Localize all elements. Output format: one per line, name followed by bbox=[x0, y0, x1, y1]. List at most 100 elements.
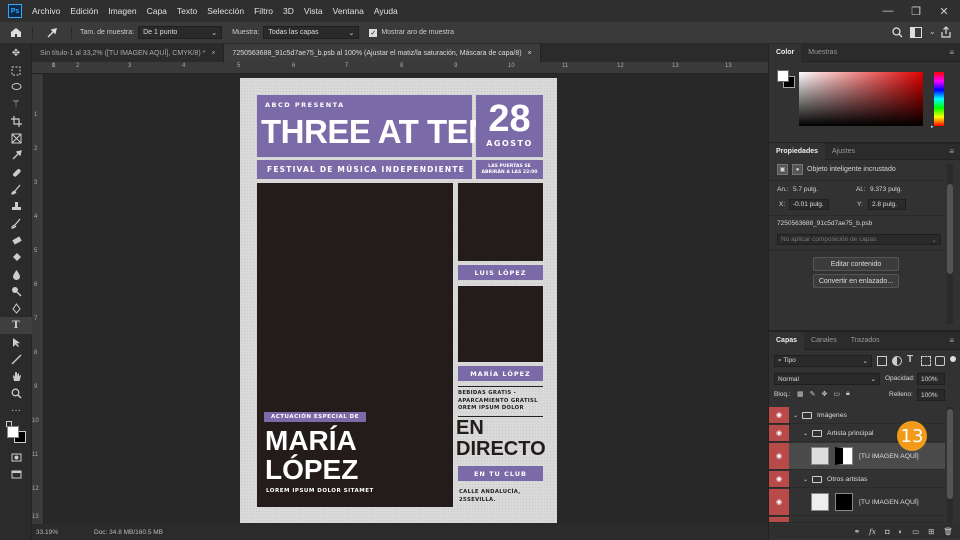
lock-all-icon[interactable]: 🔒︎ bbox=[846, 390, 850, 398]
layer-comp-select[interactable]: No aplicar composición de capas ⌄ bbox=[777, 234, 941, 245]
hue-slider[interactable] bbox=[934, 72, 944, 126]
poster-document[interactable]: ABCD PRESENTA THREE AT TEN 28 AGOSTO FES… bbox=[240, 78, 557, 523]
marquee-tool-icon[interactable] bbox=[0, 62, 32, 79]
blend-mode-select[interactable]: Normal ⌄ bbox=[774, 373, 880, 385]
filter-adjustment-icon[interactable] bbox=[892, 356, 902, 366]
visibility-eye-icon[interactable]: ◉ bbox=[769, 471, 789, 487]
filter-toggle-icon[interactable] bbox=[950, 356, 956, 362]
opacity-field[interactable]: 100% bbox=[917, 373, 945, 385]
close-icon[interactable]: × bbox=[528, 50, 532, 57]
sample-size-select[interactable]: De 1 punto ⌄ bbox=[138, 26, 223, 39]
close-icon[interactable]: × bbox=[211, 50, 215, 57]
fill-field[interactable]: 100% bbox=[917, 389, 945, 401]
layer-partial-row[interactable] bbox=[769, 517, 945, 523]
menu-seleccion[interactable]: Selección bbox=[207, 6, 244, 16]
more-tools-icon[interactable]: ··· bbox=[0, 402, 32, 419]
panel-menu-icon[interactable]: ≡ bbox=[949, 336, 954, 345]
add-mask-icon[interactable]: ◘ bbox=[885, 527, 890, 536]
menu-ayuda[interactable]: Ayuda bbox=[374, 6, 398, 16]
scrollbar-thumb[interactable] bbox=[947, 409, 953, 499]
menu-edicion[interactable]: Edición bbox=[70, 6, 98, 16]
magic-wand-tool-icon[interactable]: ⚚ bbox=[0, 96, 32, 113]
maximize-button[interactable]: ❐ bbox=[902, 0, 930, 22]
height-value[interactable]: 9.373 pulg. bbox=[870, 186, 902, 193]
adjustment-layer-icon[interactable]: ◐ bbox=[899, 527, 904, 536]
color-fg-swatch[interactable] bbox=[777, 70, 789, 82]
history-brush-tool-icon[interactable] bbox=[0, 215, 32, 232]
filter-pixel-icon[interactable] bbox=[877, 356, 887, 366]
visibility-eye-icon[interactable]: ◉ bbox=[769, 407, 789, 423]
visibility-eye-icon[interactable]: ◉ bbox=[769, 425, 789, 441]
type-tool-icon[interactable]: T bbox=[0, 317, 32, 334]
tab-sin-titulo[interactable]: Sin título-1 al 33,2% ([TU IMAGEN AQUÍ],… bbox=[32, 44, 225, 62]
tab-color[interactable]: Color bbox=[769, 43, 802, 62]
menu-archivo[interactable]: Archivo bbox=[32, 6, 60, 16]
lasso-tool-icon[interactable] bbox=[0, 79, 32, 96]
tab-capas[interactable]: Capas bbox=[769, 331, 805, 350]
lock-image-icon[interactable]: ✎ bbox=[810, 390, 816, 398]
sample-select[interactable]: Todas las capas ⌄ bbox=[263, 26, 360, 39]
layer-group-otros-artistas[interactable]: ◉ ⌄ Otros artistas bbox=[769, 471, 945, 488]
new-layer-icon[interactable]: ⊞ bbox=[928, 527, 934, 536]
properties-scrollbar[interactable] bbox=[947, 164, 953, 324]
share-icon[interactable] bbox=[940, 26, 952, 40]
hand-tool-icon[interactable] bbox=[0, 368, 32, 385]
panel-menu-icon[interactable]: ≡ bbox=[949, 48, 954, 57]
y-field[interactable]: 2.8 pulg. bbox=[868, 199, 906, 210]
zoom-tool-icon[interactable] bbox=[0, 385, 32, 402]
menu-3d[interactable]: 3D bbox=[283, 6, 294, 16]
close-window-button[interactable]: ✕ bbox=[930, 0, 958, 22]
edit-contents-button[interactable]: Editar contenido bbox=[813, 257, 899, 271]
move-tool-icon[interactable]: ✥ bbox=[0, 44, 32, 62]
tab-muestras[interactable]: Muestras bbox=[801, 44, 844, 62]
brush-tool-icon[interactable] bbox=[0, 181, 32, 198]
blur-tool-icon[interactable] bbox=[0, 266, 32, 283]
menu-capa[interactable]: Capa bbox=[147, 6, 167, 16]
menu-filtro[interactable]: Filtro bbox=[254, 6, 273, 16]
menu-texto[interactable]: Texto bbox=[177, 6, 197, 16]
new-group-icon[interactable]: ▭ bbox=[912, 527, 919, 536]
filter-type-icon[interactable]: T bbox=[907, 354, 913, 365]
width-value[interactable]: 5.7 pulg. bbox=[793, 186, 818, 193]
search-icon[interactable] bbox=[892, 27, 903, 40]
filter-shape-icon[interactable] bbox=[921, 356, 931, 366]
convert-to-linked-button[interactable]: Convertir en enlazado... bbox=[813, 274, 899, 288]
panel-menu-icon[interactable]: ≡ bbox=[949, 147, 954, 156]
scrollbar-thumb[interactable] bbox=[947, 184, 953, 274]
link-layers-icon[interactable]: ⚭ bbox=[854, 527, 860, 536]
color-field[interactable] bbox=[799, 72, 923, 126]
layer-style-fx-icon[interactable]: fx bbox=[869, 527, 876, 536]
quick-mask-icon[interactable] bbox=[0, 449, 32, 466]
dodge-tool-icon[interactable] bbox=[0, 283, 32, 300]
lock-transparent-icon[interactable]: ▦ bbox=[797, 390, 804, 398]
delete-layer-icon[interactable]: 🗑︎ bbox=[943, 527, 953, 536]
x-field[interactable]: -0.01 pulg. bbox=[789, 199, 829, 210]
layer-filter-select[interactable]: ⌕ Tipo ⌄ bbox=[774, 355, 872, 367]
color-swatches[interactable] bbox=[0, 419, 32, 445]
visibility-eye-icon[interactable]: ◉ bbox=[769, 443, 789, 469]
show-ring-checkbox[interactable]: ✓ bbox=[369, 28, 378, 37]
home-icon[interactable] bbox=[0, 27, 32, 38]
pen-tool-icon[interactable] bbox=[0, 300, 32, 317]
lock-artboard-icon[interactable]: ▭ bbox=[833, 390, 840, 398]
lock-position-icon[interactable]: ✥ bbox=[822, 390, 828, 398]
tab-ajustes[interactable]: Ajustes bbox=[825, 143, 862, 161]
healing-brush-tool-icon[interactable] bbox=[0, 164, 32, 181]
crop-tool-icon[interactable] bbox=[0, 113, 32, 130]
zoom-level[interactable]: 33.19% bbox=[36, 529, 94, 536]
eyedropper-tool-icon[interactable] bbox=[0, 147, 32, 164]
chevron-down-icon[interactable]: ⌄ bbox=[803, 430, 808, 437]
foreground-color-swatch[interactable] bbox=[7, 426, 19, 438]
tab-canales[interactable]: Canales bbox=[804, 332, 844, 350]
eyedropper-tool-preset-icon[interactable] bbox=[32, 26, 72, 39]
layers-scrollbar[interactable] bbox=[947, 407, 953, 523]
path-selection-tool-icon[interactable] bbox=[0, 334, 32, 351]
tab-trazados[interactable]: Trazados bbox=[844, 332, 887, 350]
frame-tool-icon[interactable] bbox=[0, 130, 32, 147]
hue-slider-handle-icon[interactable]: ▸ bbox=[931, 124, 934, 130]
clone-stamp-tool-icon[interactable] bbox=[0, 198, 32, 215]
layer-tu-imagen-otros[interactable]: ◉ [TU IMAGEN AQUÍ] bbox=[769, 489, 945, 516]
visibility-eye-icon[interactable]: ◉ bbox=[769, 489, 789, 515]
workspace-icon[interactable] bbox=[910, 27, 922, 40]
filter-smart-object-icon[interactable] bbox=[935, 356, 945, 366]
